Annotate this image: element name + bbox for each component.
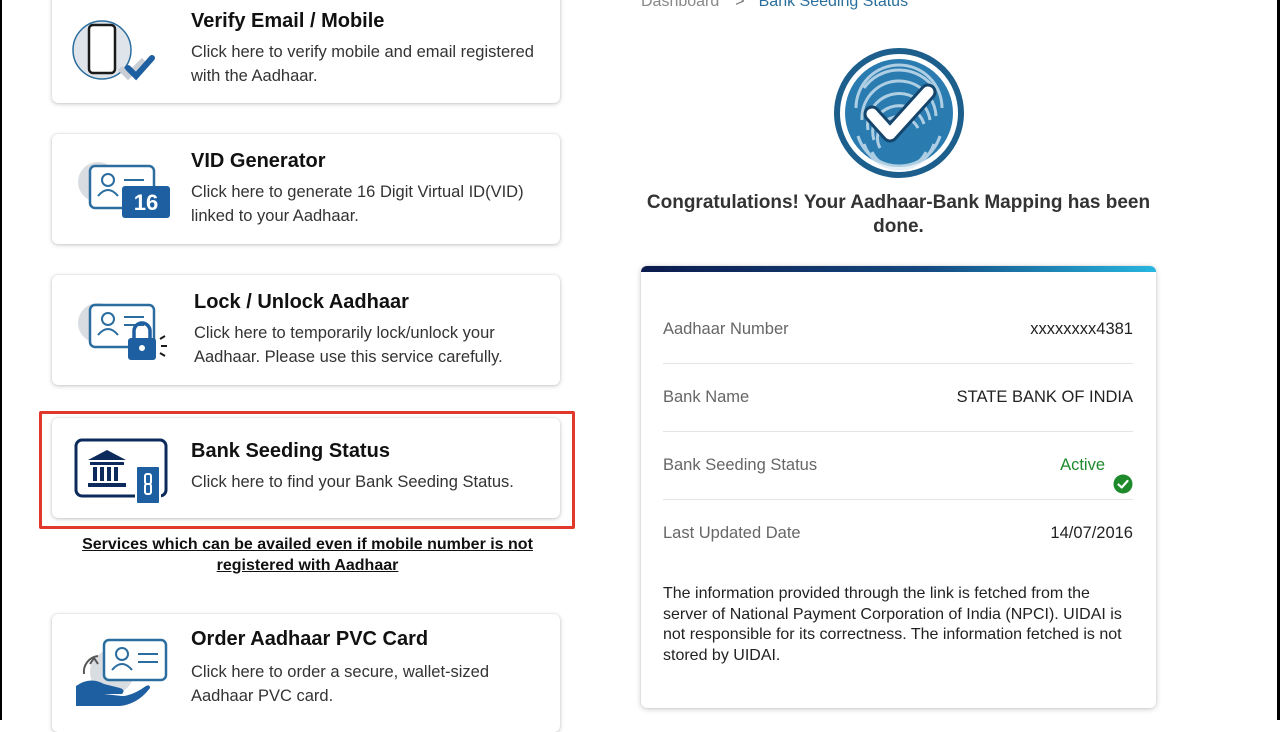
card-title: VID Generator bbox=[191, 150, 326, 172]
card-title: Lock / Unlock Aadhaar bbox=[194, 291, 409, 313]
npci-disclaimer: The information provided through the lin… bbox=[663, 585, 1122, 664]
vid-generator-card[interactable]: 16 VID Generator Click here to generate … bbox=[52, 134, 560, 244]
breadcrumb-separator: > bbox=[735, 0, 745, 10]
detail-label: Last Updated Date bbox=[663, 524, 801, 542]
lock-unlock-card[interactable]: Lock / Unlock Aadhaar Click here to temp… bbox=[52, 275, 560, 385]
card-description: Click here to temporarily lock/unlock yo… bbox=[194, 324, 503, 366]
detail-label: Bank Name bbox=[663, 388, 750, 406]
fingerprint-check-icon bbox=[834, 48, 964, 178]
vid-badge-text: 16 bbox=[134, 190, 158, 215]
selection-highlight bbox=[39, 411, 575, 529]
vid-card-icon: 16 bbox=[72, 156, 172, 231]
breadcrumb-dashboard-link[interactable]: Dashboard bbox=[641, 0, 719, 10]
lock-card-icon bbox=[72, 295, 172, 370]
status-value: Active bbox=[1060, 431, 1133, 499]
detail-label: Bank Seeding Status bbox=[663, 456, 818, 474]
services-note: Services which can be availed even if mo… bbox=[82, 536, 533, 574]
card-description: Click here to verify mobile and email re… bbox=[191, 43, 534, 85]
left-edge bbox=[0, 0, 2, 720]
card-description: Click here to order a secure, wallet-siz… bbox=[191, 663, 490, 705]
breadcrumb: Dashboard > Bank Seeding Status bbox=[641, 0, 908, 11]
detail-label: Aadhaar Number bbox=[663, 320, 789, 338]
card-title: Verify Email / Mobile bbox=[191, 10, 385, 32]
detail-value: 14/07/2016 bbox=[1050, 524, 1133, 542]
pvc-card-hand-icon bbox=[72, 634, 172, 709]
detail-row-last-updated: Last Updated Date 14/07/2016 bbox=[663, 499, 1133, 567]
detail-value: xxxxxxxx4381 bbox=[1030, 320, 1133, 338]
card-title: Order Aadhaar PVC Card bbox=[191, 628, 429, 650]
detail-row-bank-name: Bank Name STATE BANK OF INDIA bbox=[663, 363, 1133, 432]
bank-mapping-details-card: Aadhaar Number xxxxxxxx4381 Bank Name ST… bbox=[641, 266, 1156, 708]
card-description: Click here to generate 16 Digit Virtual … bbox=[191, 183, 524, 225]
verify-email-mobile-card[interactable]: Verify Email / Mobile Click here to veri… bbox=[52, 0, 560, 103]
card-accent-bar bbox=[641, 266, 1156, 272]
status-text: Active bbox=[1060, 456, 1105, 474]
breadcrumb-current: Bank Seeding Status bbox=[758, 0, 909, 10]
order-pvc-card[interactable]: Order Aadhaar PVC Card Click here to ord… bbox=[52, 614, 560, 732]
check-circle-icon bbox=[1113, 455, 1133, 494]
detail-value: STATE BANK OF INDIA bbox=[956, 388, 1133, 406]
detail-row-seeding-status: Bank Seeding Status Active bbox=[663, 431, 1133, 500]
phone-verify-icon bbox=[72, 10, 172, 85]
congratulations-message: Congratulations! Your Aadhaar-Bank Mappi… bbox=[646, 192, 1151, 237]
detail-row-aadhaar-number: Aadhaar Number xxxxxxxx4381 bbox=[663, 295, 1133, 364]
